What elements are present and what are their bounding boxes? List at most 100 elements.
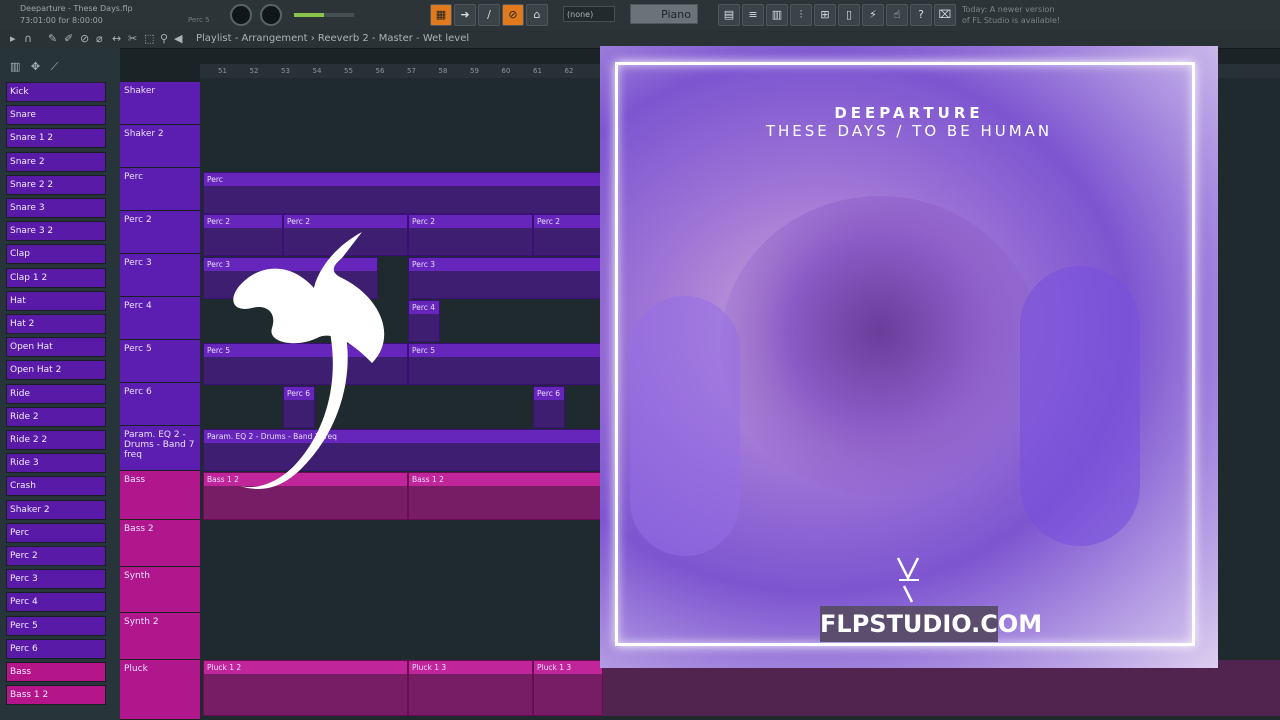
brush-icon[interactable]: ✐ [64, 32, 73, 45]
playlist-clip[interactable]: Perc 5 [408, 343, 603, 385]
channel-button[interactable]: Open Hat [6, 337, 106, 358]
pencil-icon[interactable]: ✎ [48, 32, 57, 45]
playlist-clip[interactable]: Perc [203, 172, 603, 214]
ruler-tick-label: 60 [501, 67, 511, 75]
master-pitch-knob[interactable] [260, 4, 282, 26]
file-icon[interactable]: ▯ [838, 4, 860, 26]
channel-button[interactable]: Hat [6, 290, 106, 311]
channel-button[interactable]: Snare [6, 105, 106, 126]
channel-button[interactable]: Perc 5 [6, 615, 106, 636]
ruler-tick-label: 54 [312, 67, 322, 75]
channel-button[interactable]: Open Hat 2 [6, 360, 106, 381]
playlist-icon[interactable]: ▤ [718, 4, 740, 26]
channel-button[interactable]: Crash [6, 476, 106, 497]
ruler-tick-label: 52 [249, 67, 259, 75]
track-header[interactable]: Perc [120, 168, 200, 211]
track-header[interactable]: Synth 2 [120, 613, 200, 660]
playlist-clip[interactable]: Perc 3 [408, 257, 603, 299]
ruler-tick-label: 57 [407, 67, 416, 75]
track-header[interactable]: Pluck [120, 660, 200, 720]
track-header[interactable]: Bass [120, 471, 200, 520]
browser-icon[interactable]: ⊞ [814, 4, 836, 26]
track-header[interactable]: Shaker [120, 82, 200, 125]
channel-button[interactable]: Ride 2 [6, 406, 106, 427]
channel-button[interactable]: Hat 2 [6, 314, 106, 334]
piano-roll-icon[interactable]: ≡ [742, 4, 764, 26]
playlist-clip[interactable]: Perc 2 [533, 214, 603, 256]
channel-button[interactable]: Snare 3 [6, 198, 106, 218]
help-icon[interactable]: ? [910, 4, 932, 26]
playlist-clip[interactable]: Pluck 1 3 [408, 660, 533, 716]
playlist-clip[interactable]: Perc 4 [408, 300, 440, 342]
slice-icon[interactable]: ✂ [128, 32, 137, 45]
draw-icon[interactable]: ∕ [478, 4, 500, 26]
playlist-clip[interactable]: Pluck 1 3 [533, 660, 603, 716]
mute-icon[interactable]: ⌀ [96, 32, 103, 45]
channel-button[interactable]: Kick [6, 82, 106, 102]
news-line-1: Today: A newer version [962, 5, 1055, 14]
channel-button[interactable]: Ride [6, 383, 106, 404]
channel-button[interactable]: Shaker 2 [6, 499, 106, 520]
speaker-icon[interactable]: ◀ [174, 32, 182, 45]
track-header[interactable]: Synth [120, 567, 200, 613]
track-header[interactable]: Perc 6 [120, 383, 200, 426]
clip-label: Perc 2 [534, 215, 602, 228]
instrument-select[interactable]: Piano [630, 4, 698, 24]
track-header[interactable]: Shaker 2 [120, 125, 200, 168]
current-channel-label: Perc 5 [188, 16, 210, 24]
rack-header-icons: ▥ ✥ ⟋ [10, 60, 59, 73]
channel-button[interactable]: Perc [6, 522, 106, 543]
channel-button[interactable]: Perc 2 [6, 546, 106, 566]
track-header[interactable]: Param. EQ 2 - Drums - Band 7 freq [120, 426, 200, 471]
shop-icon[interactable]: ⌧ [934, 4, 956, 26]
fl-studio-logo [233, 232, 385, 489]
touch-icon[interactable]: ☝ [886, 4, 908, 26]
ruler-tick-label: 59 [470, 67, 479, 75]
channel-button[interactable]: Snare 2 [6, 151, 106, 172]
label-v-logo [896, 557, 920, 603]
channel-button[interactable]: Snare 1 2 [6, 128, 106, 149]
channel-button[interactable]: Snare 3 2 [6, 221, 106, 242]
link-icon[interactable]: ⊘ [502, 4, 524, 26]
site-badge: FLPSTUDIO.COM [820, 606, 1042, 642]
song-mode-icon[interactable]: ▦ [430, 4, 452, 26]
channel-button[interactable]: Bass 1 2 [6, 685, 106, 706]
clip-label: Pluck 1 3 [534, 661, 602, 674]
magnet-icon[interactable]: ∩ [24, 32, 32, 45]
news-panel[interactable]: Today: A newer version of FL Studio is a… [962, 4, 1060, 26]
track-header[interactable]: Perc 2 [120, 211, 200, 254]
track-header[interactable]: Bass 2 [120, 520, 200, 567]
track-header[interactable]: Perc 5 [120, 340, 200, 383]
channel-button[interactable]: Perc 6 [6, 638, 106, 659]
channel-button[interactable]: Clap [6, 244, 106, 265]
slip-icon[interactable]: ↔ [112, 32, 121, 45]
zoom-icon[interactable]: ⚲ [160, 32, 168, 45]
channel-button[interactable]: Ride 2 2 [6, 430, 106, 450]
channel-button[interactable]: Snare 2 2 [6, 174, 106, 195]
select-icon[interactable]: ⬚ [144, 32, 154, 45]
channel-button[interactable]: Ride 3 [6, 453, 106, 474]
playlist-clip[interactable]: Pluck 1 2 [203, 660, 408, 716]
plugin-icon[interactable]: ⚡ [862, 4, 884, 26]
mixer-icon[interactable]: ⫶ [790, 4, 812, 26]
stamp-icon[interactable]: ⌂ [526, 4, 548, 26]
clip-label: Perc 5 [409, 344, 602, 357]
playlist-clip[interactable]: Perc 2 [408, 214, 533, 256]
playlist-clip[interactable]: Bass 1 2 [408, 472, 603, 520]
arrow-icon[interactable]: ➜ [454, 4, 476, 26]
channel-button[interactable]: Bass [6, 662, 106, 682]
master-slider-fill [294, 13, 324, 17]
menu-arrow-icon[interactable]: ▸ [10, 32, 16, 45]
master-volume-knob[interactable] [230, 4, 252, 26]
playlist-clip[interactable]: Perc 6 [533, 386, 565, 428]
delete-icon[interactable]: ⊘ [80, 32, 89, 45]
channel-rack-icon[interactable]: ▥ [766, 4, 788, 26]
snap-select[interactable]: (none) [563, 6, 615, 22]
ruler-tick-label: 55 [344, 67, 353, 75]
channel-button[interactable]: Clap 1 2 [6, 267, 106, 288]
track-header[interactable]: Perc 4 [120, 297, 200, 340]
channel-button[interactable]: Perc 4 [6, 592, 106, 613]
track-header[interactable]: Perc 3 [120, 254, 200, 297]
ruler-tick-label: 53 [281, 67, 290, 75]
channel-button[interactable]: Perc 3 [6, 569, 106, 590]
